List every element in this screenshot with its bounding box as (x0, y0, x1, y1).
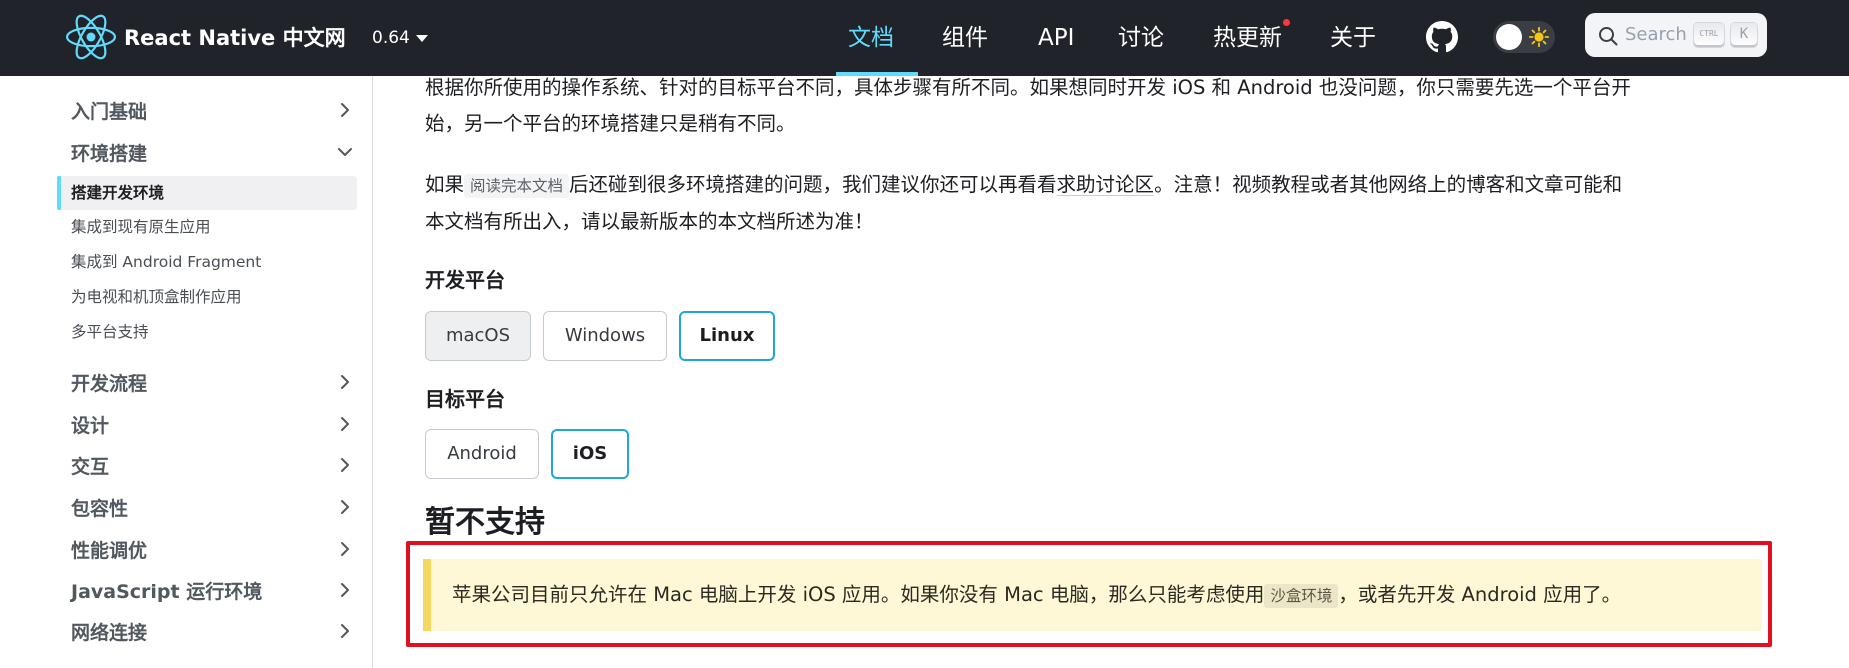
sun-icon (1528, 26, 1550, 48)
sidebar-item-setup-env[interactable]: 搭建开发环境 (57, 176, 357, 210)
tab-windows[interactable]: Windows (543, 311, 667, 361)
toggle-knob (1496, 24, 1522, 50)
brand-link[interactable]: React Native 中文网 (66, 12, 346, 62)
sidebar-item-android-fragment[interactable]: 集成到 Android Fragment (71, 249, 261, 275)
react-logo-icon (66, 14, 116, 60)
unsupported-heading: 暂不支持 (425, 505, 545, 540)
caret-down-icon (415, 34, 428, 42)
tab-macos[interactable]: macOS (425, 311, 531, 361)
search-icon (1599, 27, 1618, 46)
notice-paragraph: 如果 阅读完本文档 后还碰到很多环境搭建的问题，我们建议你还可以再看看求助讨论区。注… (425, 167, 1755, 240)
sidebar-category-networking[interactable]: 网络连接 (71, 614, 357, 648)
chevron-down-icon (338, 148, 352, 156)
help-forum-link[interactable]: 求助讨论区 (1057, 173, 1155, 196)
chevron-right-icon (341, 417, 349, 431)
nav-link-components[interactable]: 组件 (942, 18, 988, 58)
alert-edge (423, 559, 431, 631)
sidebar-category-workflow[interactable]: 开发流程 (71, 365, 357, 399)
chevron-right-icon (341, 542, 349, 556)
notice-text: 如果 (425, 173, 465, 196)
sidebar-category-basics[interactable]: 入门基础 (71, 93, 357, 127)
sidebar-category-performance[interactable]: 性能调优 (71, 532, 357, 566)
kbd-k: K (1731, 23, 1757, 47)
target-platform-heading: 目标平台 (425, 387, 505, 411)
notice-text: 后还碰到很多环境搭建的问题，我们建议你还可以再看看 (569, 173, 1057, 196)
sidebar-category-design[interactable]: 设计 (71, 407, 357, 441)
github-icon[interactable] (1426, 21, 1458, 53)
main-content: 根据你所使用的操作系统、针对的目标平台不同，具体步骤有所不同。如果想同时开发 i… (374, 76, 1849, 668)
sidebar-category-label: 开发流程 (71, 372, 148, 395)
notice-line-1: 如果 阅读完本文档 后还碰到很多环境搭建的问题，我们建议你还可以再看看求助讨论区。注… (425, 167, 1755, 204)
intro-paragraph: 根据你所使用的操作系统、针对的目标平台不同，具体步骤有所不同。如果想同时开发 i… (425, 76, 1755, 142)
chevron-right-icon (341, 624, 349, 638)
brand-title: React Native 中文网 (124, 26, 346, 50)
theme-toggle[interactable] (1493, 21, 1555, 53)
chevron-right-icon (341, 458, 349, 472)
active-indicator (57, 176, 61, 210)
sidebar-category-label: 交互 (71, 455, 110, 478)
version-dropdown[interactable]: 0.64 (372, 24, 428, 52)
sidebar-item-integrate-native[interactable]: 集成到现有原生应用 (71, 214, 211, 240)
nav-link-docs[interactable]: 文档 (848, 18, 894, 58)
notice-text: 。注意！视频教程或者其他网络上的博客和文章可能和 (1154, 173, 1623, 196)
sidebar-category-label: 设计 (71, 414, 110, 437)
inline-code-sandbox: 沙盒环境 (1264, 584, 1339, 608)
notice-line-2: 本文档有所出入，请以最新版本的本文档所述为准！ (425, 210, 874, 233)
sidebar-item-label: 搭建开发环境 (71, 184, 165, 202)
sidebar-category-interaction[interactable]: 交互 (71, 448, 357, 482)
nav-link-about[interactable]: 关于 (1330, 18, 1376, 58)
nav-link-api[interactable]: API (1038, 18, 1074, 58)
tab-linux[interactable]: Linux (679, 311, 775, 361)
search-placeholder: Search (1625, 24, 1687, 45)
warning-alert: 苹果公司目前只允许在 Mac 电脑上开发 iOS 应用。如果你没有 Mac 电脑… (423, 559, 1762, 631)
sidebar-category-label: 性能调优 (71, 539, 148, 562)
chevron-right-icon (341, 583, 349, 597)
docs-sidebar: 入门基础 环境搭建 搭建开发环境 集成到现有原生应用 集成到 Android F… (0, 76, 373, 668)
intro-line-2: 始，另一个平台的环境搭建只是稍有不同。 (425, 112, 796, 135)
kbd-ctrl: CTRL (1694, 23, 1724, 47)
nav-link-hot-update[interactable]: 热更新 (1213, 18, 1282, 58)
chevron-right-icon (341, 375, 349, 389)
alert-text-part: 苹果公司目前只允许在 Mac 电脑上开发 iOS 应用。如果你没有 Mac 电脑… (452, 583, 1265, 606)
nav-link-discuss[interactable]: 讨论 (1118, 18, 1164, 58)
tab-android[interactable]: Android (425, 429, 539, 479)
alert-text: 苹果公司目前只允许在 Mac 电脑上开发 iOS 应用。如果你没有 Mac 电脑… (452, 577, 1621, 614)
notification-dot (1283, 19, 1290, 26)
chevron-right-icon (341, 103, 349, 117)
sidebar-item-tv-apps[interactable]: 为电视和机顶盒制作应用 (71, 284, 242, 310)
sidebar-category-label: 包容性 (71, 497, 129, 520)
intro-line-1: 根据你所使用的操作系统、针对的目标平台不同，具体步骤有所不同。如果想同时开发 i… (425, 76, 1631, 99)
sidebar-category-accessibility[interactable]: 包容性 (71, 490, 357, 524)
inline-code-read-docs: 阅读完本文档 (464, 174, 570, 198)
sidebar-category-label: 网络连接 (71, 621, 148, 644)
alert-text-part: ，或者先开发 Android 应用了。 (1338, 583, 1622, 606)
sidebar-category-label: 环境搭建 (71, 142, 148, 165)
version-label: 0.64 (372, 28, 410, 48)
sidebar-category-env-setup[interactable]: 环境搭建 (71, 135, 357, 169)
top-navbar: React Native 中文网 0.64 文档 组件 API 讨论 热更新 关… (0, 0, 1849, 76)
dev-platform-heading: 开发平台 (425, 268, 505, 292)
sidebar-category-js-runtime[interactable]: JavaScript 运行环境 (71, 573, 357, 607)
tab-ios[interactable]: iOS (551, 429, 629, 479)
sidebar-category-label: JavaScript 运行环境 (71, 580, 263, 603)
chevron-right-icon (341, 500, 349, 514)
sidebar-category-label: 入门基础 (71, 100, 148, 123)
sidebar-item-multi-platform[interactable]: 多平台支持 (71, 319, 149, 345)
search-button[interactable]: Search CTRL K (1585, 13, 1767, 57)
